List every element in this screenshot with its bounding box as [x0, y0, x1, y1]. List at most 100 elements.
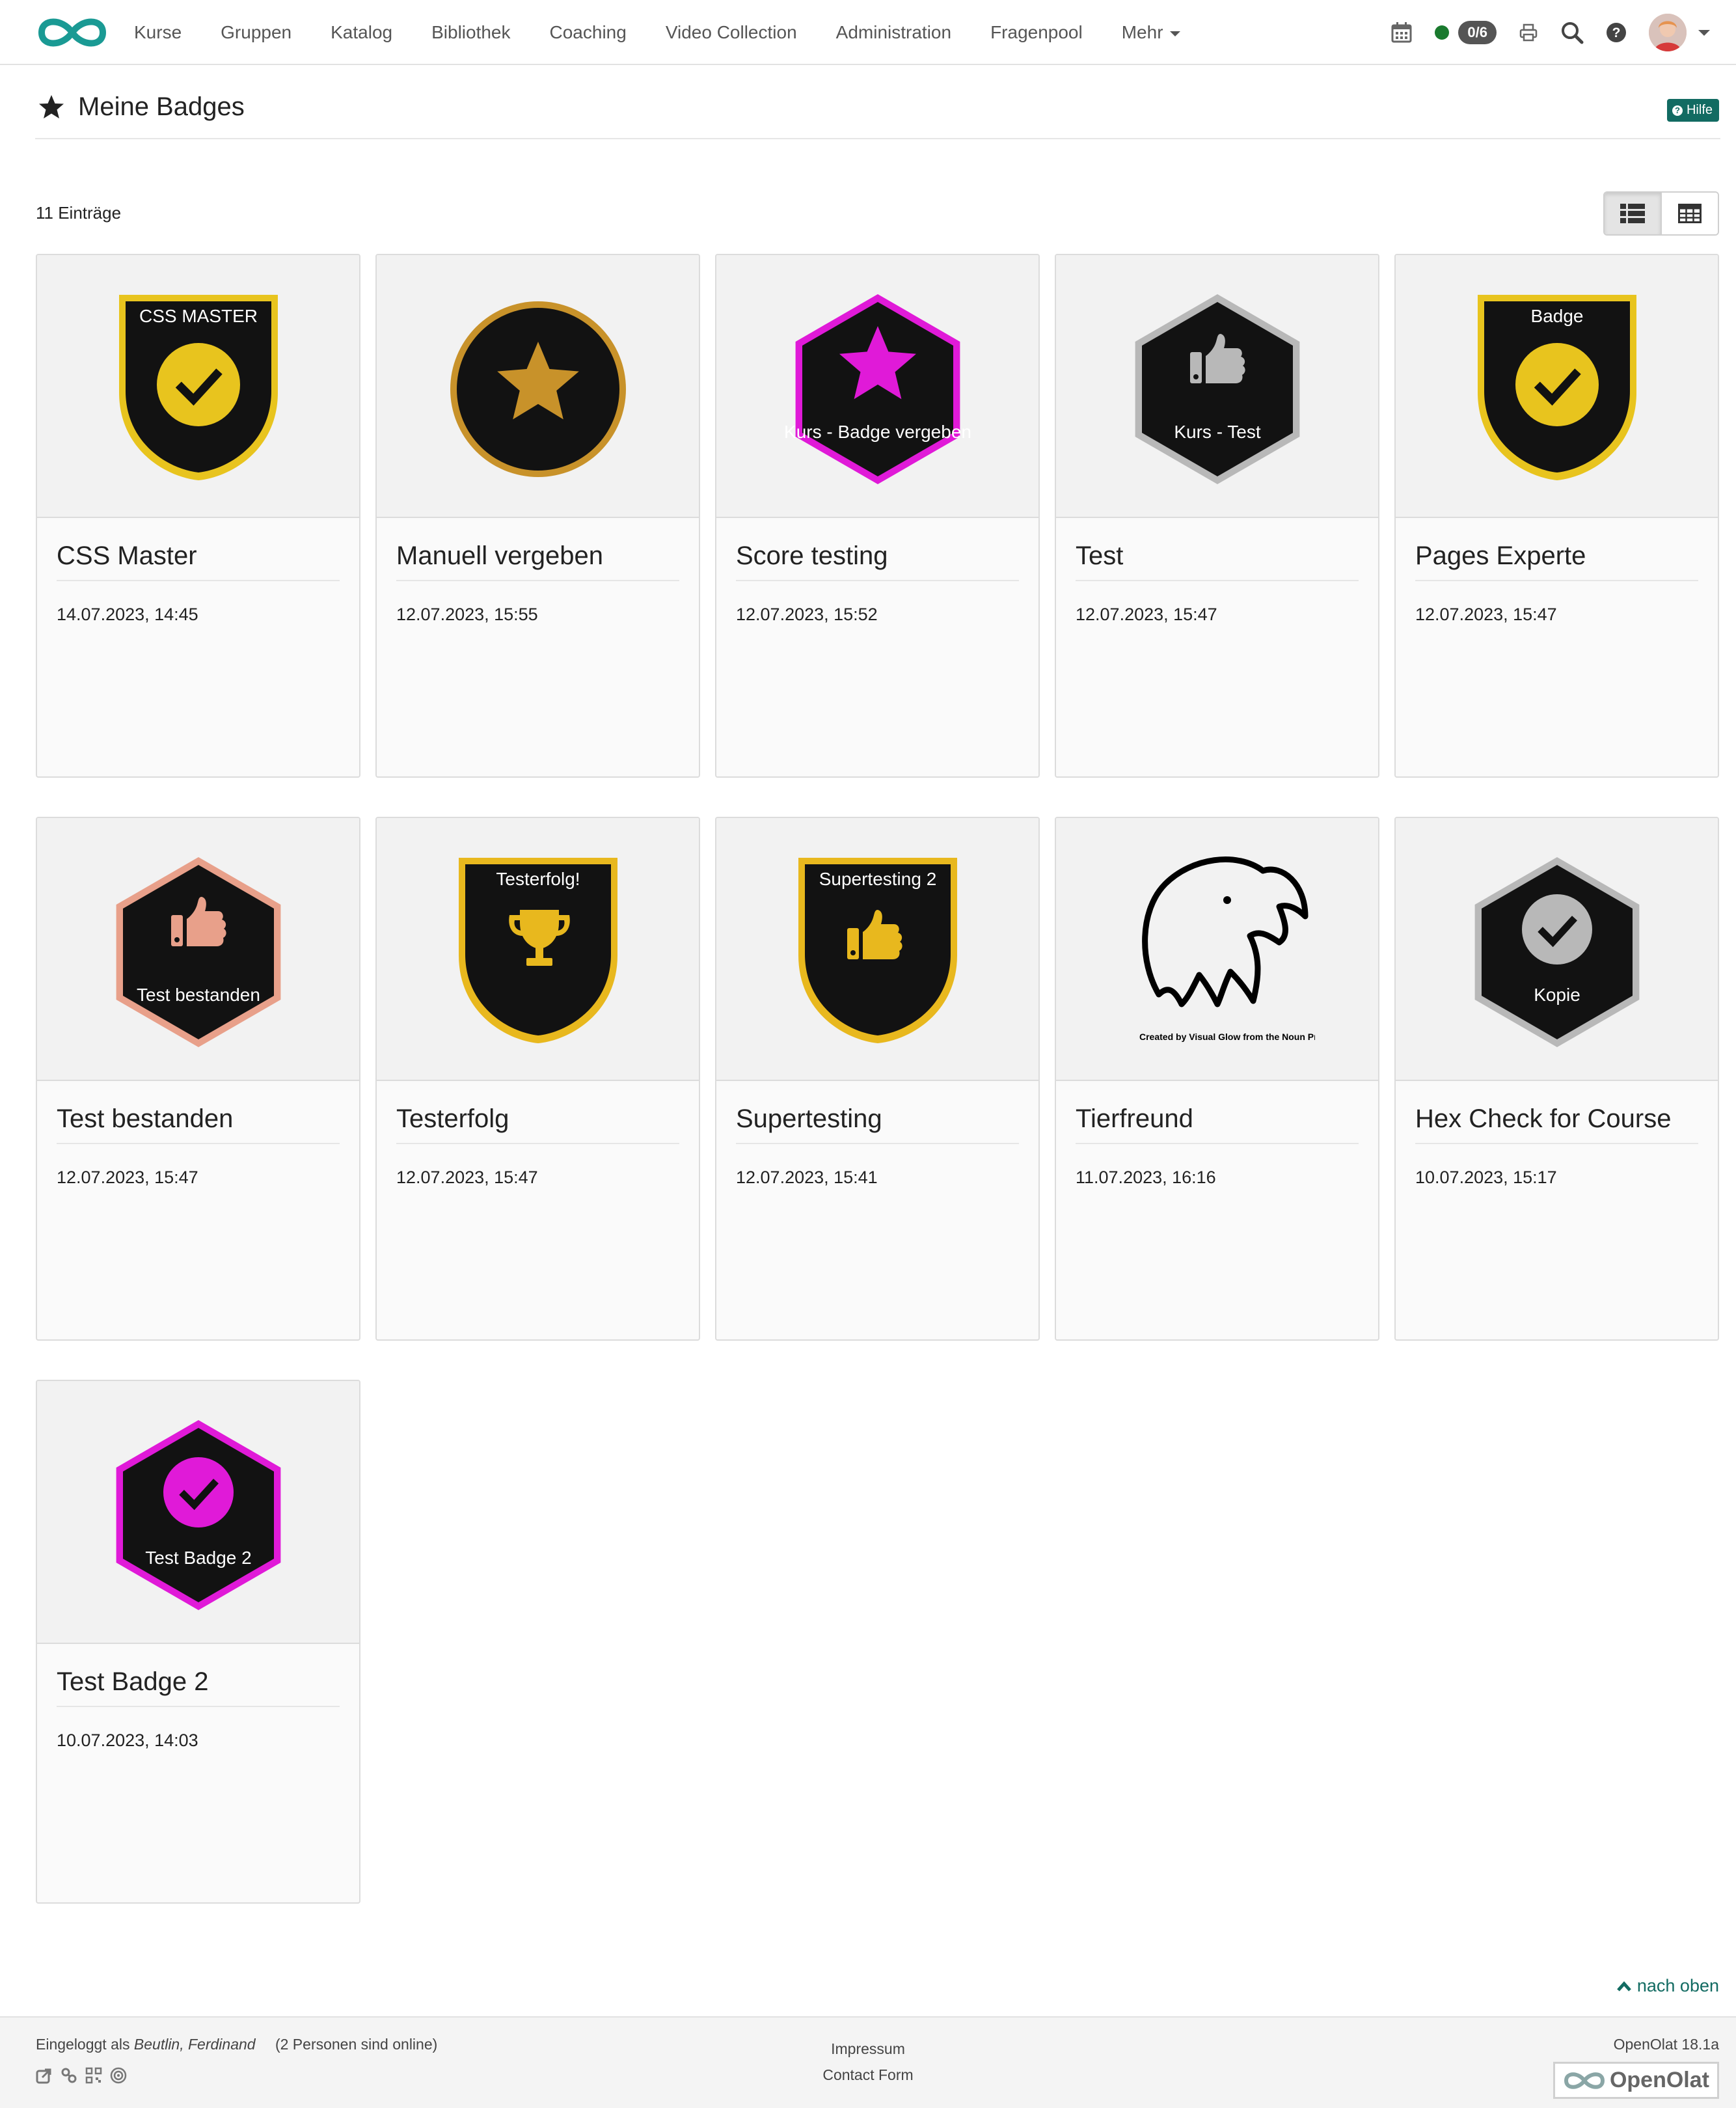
badge-image-area[interactable]: Badge: [1396, 255, 1718, 518]
badge-image-area[interactable]: [377, 255, 699, 518]
nav-katalog[interactable]: Katalog: [331, 22, 392, 43]
badge-image: Supertesting 2: [798, 858, 957, 1043]
badge-card-body: Supertesting 12.07.2023, 15:41: [716, 1104, 1038, 1188]
badge-date: 10.07.2023, 14:03: [57, 1731, 198, 1750]
badge-image: CSS MASTER: [118, 295, 278, 480]
list-icon: [1620, 204, 1645, 223]
back-to-top-label: nach oben: [1636, 1976, 1719, 1995]
badge-date: 12.07.2023, 15:47: [57, 1168, 198, 1187]
toolbar: 0/6 ?: [1368, 0, 1710, 65]
badge-image: Testerfolg!: [458, 858, 617, 1043]
badge-card[interactable]: Manuell vergeben 12.07.2023, 15:55: [375, 254, 700, 778]
brand-name: OpenOlat: [1609, 2068, 1709, 2092]
version-info: OpenOlat 18.1a: [1613, 2036, 1719, 2053]
badge-image-text: Created by Visual Glow from the Noun Pro…: [1139, 1032, 1315, 1042]
badge-title[interactable]: Supertesting: [736, 1104, 1019, 1144]
footer: Eingeloggt als Beutlin, Ferdinand (2 Per…: [0, 2016, 1736, 2108]
print-icon[interactable]: [1519, 23, 1538, 42]
badge-image-area[interactable]: Kopie: [1396, 818, 1718, 1081]
star-icon: [39, 94, 64, 118]
badge-title[interactable]: Testerfolg: [396, 1104, 679, 1144]
badge-title[interactable]: Manuell vergeben: [396, 541, 679, 581]
help-icon[interactable]: ?: [1606, 22, 1627, 43]
badge-card[interactable]: Kopie Hex Check for Course 10.07.2023, 15:…: [1394, 817, 1719, 1341]
badge-card-body: Tierfreund 11.07.2023, 16:16: [1056, 1104, 1378, 1188]
badge-card[interactable]: Badge Pages Experte 12.07.2023, 15:47: [1394, 254, 1719, 778]
list-view-button[interactable]: [1605, 193, 1662, 234]
nav-fragenpool[interactable]: Fragenpool: [990, 22, 1083, 43]
badge-image-area[interactable]: Kurs - Test: [1056, 255, 1378, 518]
badge-card[interactable]: Kurs - Badge vergeben Score testing 12.07.…: [715, 254, 1040, 778]
badge-card[interactable]: CSS MASTER CSS Master 14.07.2023, 14:45: [36, 254, 360, 778]
badge-card-body: CSS Master 14.07.2023, 14:45: [37, 541, 359, 625]
badge-title[interactable]: Score testing: [736, 541, 1019, 581]
badge-card[interactable]: Test bestanden Test bestanden 12.07.2023, …: [36, 817, 360, 1341]
title-divider: [35, 138, 1720, 139]
chevron-up-icon: [1617, 1980, 1631, 1992]
openolat-logo-icon[interactable]: [36, 13, 108, 55]
badge-card-body: Pages Experte 12.07.2023, 15:47: [1396, 541, 1718, 625]
badge-card[interactable]: Test Badge 2 Test Badge 2 10.07.2023, 14:0…: [36, 1380, 360, 1904]
impressum-link[interactable]: Impressum: [831, 2040, 905, 2057]
badge-card-body: Score testing 12.07.2023, 15:52: [716, 541, 1038, 625]
badge-image-area[interactable]: Testerfolg!: [377, 818, 699, 1081]
badge-title[interactable]: Pages Experte: [1415, 541, 1698, 581]
badge-image-area[interactable]: Created by Visual Glow from the Noun Pro…: [1056, 818, 1378, 1081]
nav-gruppen[interactable]: Gruppen: [221, 22, 292, 43]
badge-image-area[interactable]: CSS MASTER: [37, 255, 359, 518]
page-title: Meine Badges: [78, 92, 245, 121]
entry-count: 11 Einträge: [36, 203, 122, 223]
help-button[interactable]: ? Hilfe: [1666, 99, 1719, 122]
badge-image: Kopie: [1474, 857, 1639, 1047]
badge-card[interactable]: Created by Visual Glow from the Noun Pro…: [1055, 817, 1379, 1341]
nav-kurse[interactable]: Kurse: [134, 22, 182, 43]
badge-title[interactable]: Tierfreund: [1076, 1104, 1359, 1144]
badge-image: Badge: [1477, 295, 1636, 480]
svg-text:?: ?: [1612, 25, 1621, 40]
badge-card-body: Test bestanden 12.07.2023, 15:47: [37, 1104, 359, 1188]
badge-card[interactable]: Testerfolg! Testerfolg 12.07.2023, 15:47: [375, 817, 700, 1341]
badge-image-text: Testerfolg!: [496, 869, 580, 889]
badge-date: 12.07.2023, 15:47: [1076, 605, 1217, 624]
badge-image-text: Kurs - Badge vergeben: [784, 422, 971, 442]
badge-image-area[interactable]: Test bestanden: [37, 818, 359, 1081]
back-to-top-link[interactable]: nach oben: [1616, 1976, 1719, 1996]
main-nav: Kurse Gruppen Katalog Bibliothek Coachin…: [115, 0, 1200, 65]
badge-title[interactable]: CSS Master: [57, 541, 340, 581]
badge-title[interactable]: Test: [1076, 541, 1359, 581]
badge-title[interactable]: Test Badge 2: [57, 1667, 340, 1707]
online-count-badge: 0/6: [1458, 21, 1497, 44]
badge-date: 12.07.2023, 15:41: [736, 1168, 878, 1187]
badge-title[interactable]: Test bestanden: [57, 1104, 340, 1144]
nav-video-collection[interactable]: Video Collection: [666, 22, 797, 43]
avatar: [1649, 14, 1687, 51]
user-menu[interactable]: [1649, 14, 1710, 51]
search-icon[interactable]: [1560, 21, 1584, 44]
badge-title[interactable]: Hex Check for Course: [1415, 1104, 1698, 1144]
badge-image-area[interactable]: Test Badge 2: [37, 1381, 359, 1644]
badge-image-area[interactable]: Supertesting 2: [716, 818, 1038, 1081]
nav-bibliothek[interactable]: Bibliothek: [431, 22, 510, 43]
badge-image: Created by Visual Glow from the Noun Pro…: [1139, 856, 1315, 1042]
nav-mehr-label: Mehr: [1121, 22, 1163, 42]
chevron-down-icon: [1698, 29, 1710, 36]
badge-card[interactable]: Kurs - Test Test 12.07.2023, 15:47: [1055, 254, 1379, 778]
nav-administration[interactable]: Administration: [836, 22, 951, 43]
table-view-button[interactable]: [1662, 193, 1718, 234]
footer-links: Impressum Contact Form: [0, 2036, 1736, 2088]
badge-image-text: Kopie: [1534, 985, 1580, 1005]
badge-image-text: Supertesting 2: [819, 869, 936, 889]
badge-image-area[interactable]: Kurs - Badge vergeben: [716, 255, 1038, 518]
contact-form-link[interactable]: Contact Form: [822, 2066, 913, 2083]
badge-card[interactable]: Supertesting 2 Supertesting 12.07.2023, 15…: [715, 817, 1040, 1341]
online-status[interactable]: 0/6: [1435, 21, 1497, 44]
view-toggle: [1603, 191, 1719, 236]
badge-card-body: Testerfolg 12.07.2023, 15:47: [377, 1104, 699, 1188]
badge-image: Test bestanden: [116, 857, 280, 1047]
openolat-brand-logo[interactable]: OpenOlat: [1553, 2062, 1719, 2099]
calendar-icon[interactable]: [1390, 21, 1413, 44]
badge-image: Kurs - Test: [1135, 294, 1299, 484]
nav-mehr[interactable]: Mehr: [1122, 22, 1180, 43]
help-button-label: Hilfe: [1686, 103, 1713, 117]
nav-coaching[interactable]: Coaching: [550, 22, 627, 43]
